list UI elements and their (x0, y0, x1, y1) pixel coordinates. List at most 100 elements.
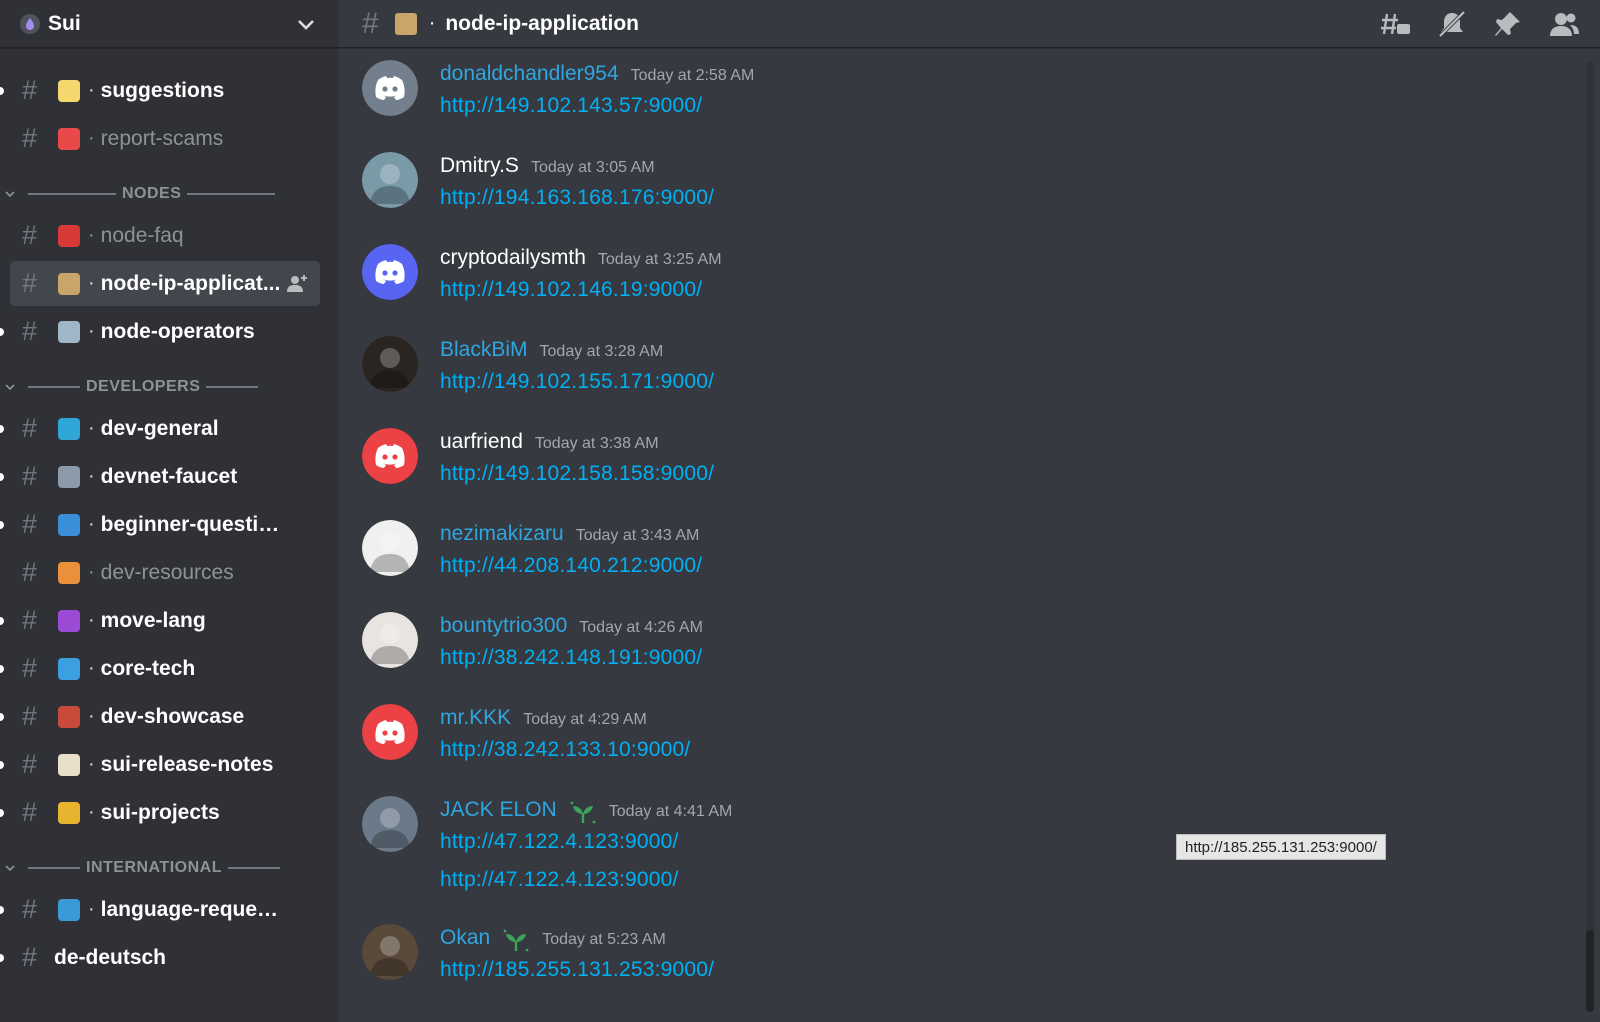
author-name[interactable]: JACK ELON (440, 798, 557, 822)
message-link[interactable]: http://44.208.140.212:9000/ (440, 554, 702, 578)
message-timestamp: Today at 3:25 AM (597, 251, 722, 268)
sidebar-channel[interactable]: # · dev-general (0, 406, 320, 451)
avatar[interactable] (362, 796, 418, 852)
sidebar-channel[interactable]: # · node-faq (10, 213, 320, 258)
message-timestamp: Today at 4:41 AM (608, 803, 733, 820)
unread-indicator (0, 808, 4, 817)
author-name[interactable]: BlackBiM (440, 338, 528, 362)
category-divider (28, 193, 116, 195)
mute-bell-icon[interactable] (1436, 10, 1468, 38)
author-name[interactable]: cryptodailysmth (440, 246, 586, 270)
message-link[interactable]: http://38.242.148.191:9000/ (440, 646, 703, 670)
channel-name: node-faq (100, 223, 184, 247)
message-link[interactable]: http://38.242.133.10:9000/ (440, 738, 690, 762)
unread-indicator (0, 472, 4, 481)
message-timestamp: Today at 3:05 AM (530, 159, 655, 176)
channel-category[interactable]: NODES (0, 175, 338, 213)
message-header: donaldchandler954 Today at 2:58 AM (440, 62, 754, 92)
channel-name: report-scams (100, 126, 224, 150)
members-icon[interactable] (1548, 10, 1580, 38)
faucet-icon (58, 465, 80, 488)
channel-hash-icon: # (22, 75, 38, 105)
discord-logo-avatar[interactable] (362, 704, 418, 760)
channel-hash-icon: # (22, 413, 38, 443)
scrollbar-track[interactable] (1586, 62, 1594, 1012)
channel-name: beginner-questions (100, 512, 281, 536)
channel-category[interactable]: DEVELOPERS (0, 368, 338, 406)
sidebar-channel[interactable]: # · sui-projects (0, 790, 320, 835)
add-member-icon[interactable] (286, 273, 308, 293)
avatar[interactable] (362, 152, 418, 208)
sidebar-channel[interactable]: # · dev-resources (10, 550, 320, 595)
separator-dot: · (88, 657, 95, 679)
message-link[interactable]: http://149.102.155.171:9000/ (440, 370, 714, 394)
sidebar-channel[interactable]: # · report-scams (10, 116, 320, 161)
sidebar-channel[interactable]: # · devnet-faucet (0, 454, 320, 499)
channel-hash-icon: # (22, 894, 38, 924)
chevron-down-icon (5, 865, 15, 872)
separator-dot: · (88, 513, 95, 535)
avatar[interactable] (362, 336, 418, 392)
avatar[interactable] (362, 520, 418, 576)
message-header: Dmitry.S Today at 3:05 AM (440, 154, 714, 184)
message-timestamp: Today at 5:23 AM (542, 931, 666, 948)
sidebar-channel[interactable]: # · language-requests (0, 887, 320, 932)
message-link[interactable]: http://194.163.168.176:9000/ (440, 186, 714, 210)
sidebar-channel[interactable]: # · beginner-questions (0, 502, 320, 547)
author-name[interactable]: nezimakizaru (440, 522, 564, 546)
discord-logo-avatar[interactable] (362, 244, 418, 300)
separator-dot: · (88, 753, 95, 775)
channel-sidebar: Sui # · suggestions # · report-scams NODES # · no… (0, 0, 338, 1022)
discord-logo-avatar[interactable] (362, 60, 418, 116)
message-link[interactable]: http://149.102.143.57:9000/ (440, 94, 754, 118)
sidebar-channel[interactable]: # · sui-release-notes (0, 742, 320, 787)
discord-logo-avatar[interactable] (362, 428, 418, 484)
discord-app: Sui # · suggestions # · report-scams NODES # · no… (0, 0, 1600, 1022)
scrollbar-thumb[interactable] (1586, 930, 1594, 1012)
sidebar-channel[interactable]: # · suggestions (0, 68, 320, 113)
new-member-sprout-icon[interactable] (569, 801, 597, 825)
channel-hash-icon: # (22, 749, 38, 779)
avatar[interactable] (362, 612, 418, 668)
author-name[interactable]: donaldchandler954 (440, 62, 619, 86)
message-link[interactable]: http://47.122.4.123:9000/ (440, 868, 732, 892)
avatar[interactable] (362, 924, 418, 980)
separator-dot: · (88, 417, 95, 439)
sidebar-channel[interactable]: # · node-operators (0, 309, 320, 354)
channel-header: # · node-ip-application (338, 0, 1600, 48)
chevron-down-icon[interactable] (294, 12, 318, 36)
separator-dot: · (88, 224, 95, 246)
unread-indicator (0, 327, 4, 336)
author-name[interactable]: Dmitry.S (440, 154, 519, 178)
message-link[interactable]: http://149.102.158.158:9000/ (440, 462, 714, 486)
message-link[interactable]: http://185.255.131.253:9000/ (440, 958, 714, 982)
unread-indicator (0, 520, 4, 529)
channel-name: sui-release-notes (100, 752, 274, 776)
pin-icon[interactable] (1492, 10, 1524, 38)
channel-name: suggestions (100, 78, 225, 102)
message: Dmitry.S Today at 3:05 AM http://194.163.1… (362, 152, 1600, 244)
message-link[interactable]: http://47.122.4.123:9000/ (440, 830, 732, 854)
server-header[interactable]: Sui (0, 0, 338, 48)
channel-title: node-ip-application (445, 11, 640, 35)
fish-icon (58, 513, 80, 536)
separator-dot: · (428, 12, 436, 34)
unread-indicator (0, 86, 4, 95)
sidebar-channel[interactable]: # · node-ip-applicat... (10, 261, 320, 306)
sidebar-channel[interactable]: # · core-tech (0, 646, 320, 691)
new-member-sprout-icon[interactable] (502, 929, 530, 953)
author-name[interactable]: uarfriend (440, 430, 523, 454)
author-name[interactable]: mr.KKK (440, 706, 511, 730)
threads-icon[interactable] (1380, 10, 1412, 38)
sidebar-channel[interactable]: # · dev-showcase (0, 694, 320, 739)
channel-category[interactable]: INTERNATIONAL (0, 849, 338, 887)
author-name[interactable]: Okan (440, 926, 490, 950)
channel-name: language-requests (100, 897, 281, 921)
channel-name: dev-resources (100, 560, 234, 584)
sidebar-channel[interactable]: # · move-lang (0, 598, 320, 643)
author-name[interactable]: bountytrio300 (440, 614, 567, 638)
message-body: JACK ELON Today at 4:41 AM http://47.122.4… (440, 796, 732, 924)
separator-dot: · (88, 465, 95, 487)
message-link[interactable]: http://149.102.146.19:9000/ (440, 278, 722, 302)
sidebar-channel[interactable]: # de-deutsch (0, 935, 320, 980)
